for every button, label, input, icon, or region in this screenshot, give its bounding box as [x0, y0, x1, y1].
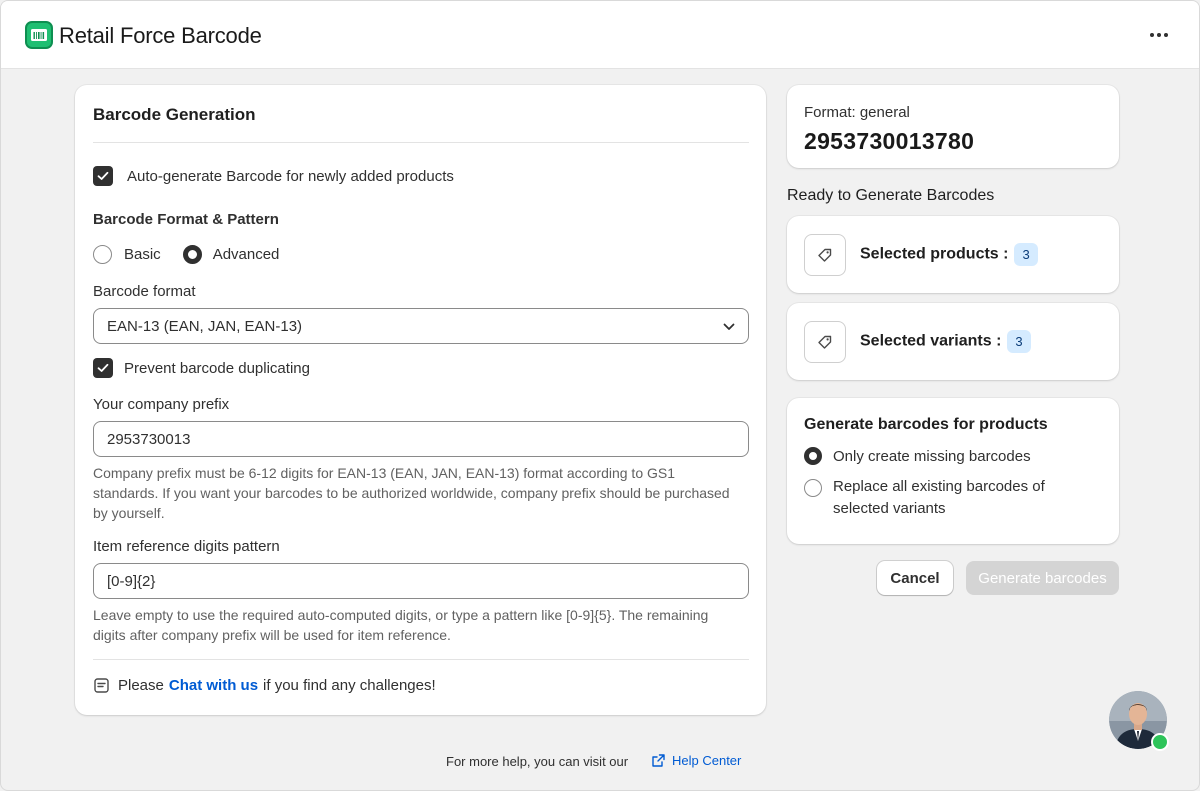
option-replace-row: Replace all existing barcodes of selecte… [804, 478, 1073, 520]
external-link-icon [651, 753, 666, 768]
prevent-duplicate-checkbox[interactable] [93, 358, 113, 378]
online-status-indicator [1151, 733, 1169, 751]
prevent-duplicate-row: Prevent barcode duplicating [93, 358, 310, 378]
divider [93, 659, 749, 660]
generate-options-card: Generate barcodes for products Only crea… [787, 398, 1119, 544]
app-title: Retail Force Barcode [59, 23, 262, 48]
company-prefix-help: Company prefix must be 6-12 digits for E… [93, 465, 730, 521]
company-prefix-input[interactable]: 2953730013 [93, 421, 749, 457]
help-center-link[interactable]: Help Center [672, 753, 741, 768]
footer-text: For more help, you can visit our [446, 754, 629, 769]
generate-options-title: Generate barcodes for products [804, 416, 1048, 433]
item-ref-value: [0-9]{2} [107, 572, 156, 590]
note-icon [93, 677, 110, 694]
barcode-format-label: Barcode format [93, 283, 196, 300]
selected-products: Selected products : 3 [860, 243, 1038, 266]
tag-icon [804, 234, 846, 276]
tag-icon [804, 321, 846, 363]
format-preview-card: Format: general 2953730013780 [787, 85, 1119, 168]
selected-variants-label: Selected variants : [860, 332, 1002, 350]
radio-replace-all[interactable] [804, 479, 822, 497]
prevent-duplicate-label: Prevent barcode duplicating [124, 359, 310, 377]
selected-products-label: Selected products : [860, 245, 1009, 263]
format-pattern-title: Barcode Format & Pattern [93, 211, 279, 228]
barcode-cart-icon [25, 21, 53, 49]
item-ref-help: Leave empty to use the required auto-com… [93, 607, 709, 643]
top-bar: Retail Force Barcode [1, 1, 1199, 69]
barcode-format-select[interactable]: EAN-13 (EAN, JAN, EAN-13) [93, 308, 749, 344]
barcode-number: 2953730013780 [804, 128, 975, 154]
support-avatar[interactable] [1109, 691, 1169, 751]
radio-advanced[interactable] [182, 245, 202, 264]
chat-prefix: Please [118, 677, 164, 694]
auto-generate-row: Auto-generate Barcode for newly added pr… [93, 166, 454, 186]
divider [93, 142, 749, 143]
ready-title: Ready to Generate Barcodes [787, 187, 995, 204]
footer: For more help, you can visit our Help Ce… [1, 753, 1199, 773]
chat-with-us-link[interactable]: Chat with us [169, 677, 258, 694]
barcode-format-value: EAN-13 (EAN, JAN, EAN-13) [107, 317, 303, 335]
item-ref-label: Item reference digits pattern [93, 538, 280, 555]
company-prefix-label: Your company prefix [93, 396, 230, 413]
chat-row: Please Chat with us if you find any chal… [93, 677, 436, 694]
chat-suffix: if you find any challenges! [263, 677, 436, 694]
mode-radio-group: Basic Advanced [93, 245, 279, 264]
generate-barcodes-button[interactable]: Generate barcodes [966, 561, 1119, 595]
selected-variants: Selected variants : 3 [860, 330, 1031, 353]
option-missing-label: Only create missing barcodes [833, 447, 1031, 465]
item-ref-input[interactable]: [0-9]{2} [93, 563, 749, 599]
help-center-link-wrap[interactable]: Help Center [651, 753, 741, 768]
selected-products-card: Selected products : 3 [787, 216, 1119, 293]
barcode-generation-card: Barcode Generation Auto-generate Barcode… [75, 85, 766, 715]
company-prefix-value: 2953730013 [107, 430, 191, 448]
format-label: Format: general [804, 104, 910, 121]
radio-basic-label: Basic [124, 246, 161, 263]
selected-products-count: 3 [1014, 243, 1038, 266]
auto-generate-label: Auto-generate Barcode for newly added pr… [127, 167, 454, 185]
more-horizontal-icon[interactable] [1145, 23, 1173, 47]
app-window: Retail Force Barcode Barcode Generation … [0, 0, 1200, 791]
selected-variants-count: 3 [1007, 330, 1031, 353]
radio-only-missing[interactable] [804, 447, 822, 465]
chevron-down-icon [723, 318, 735, 335]
selected-variants-card: Selected variants : 3 [787, 303, 1119, 380]
option-missing-row: Only create missing barcodes [804, 447, 1031, 465]
radio-advanced-label: Advanced [212, 246, 280, 263]
auto-generate-checkbox[interactable] [93, 166, 113, 186]
card-title: Barcode Generation [93, 105, 256, 124]
radio-basic[interactable] [93, 245, 112, 264]
option-replace-label: Replace all existing barcodes of selecte… [833, 478, 1045, 517]
cancel-button[interactable]: Cancel [877, 561, 953, 595]
